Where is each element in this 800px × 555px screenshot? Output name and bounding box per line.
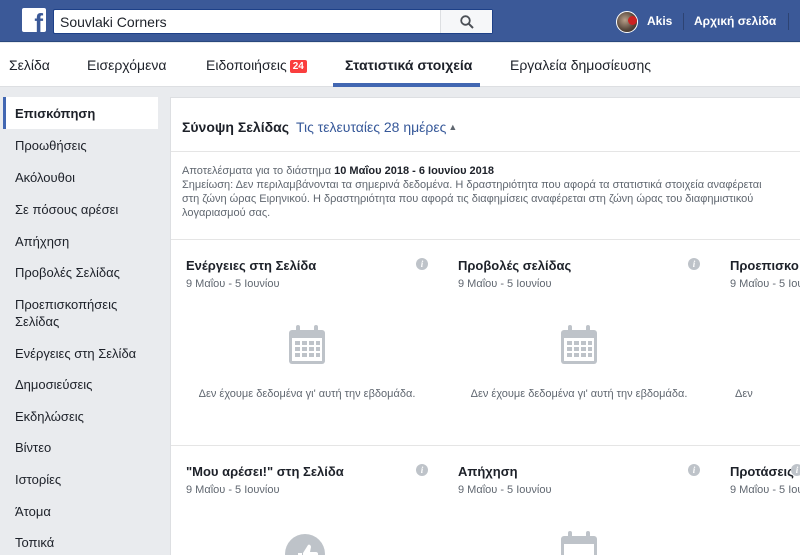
notifications-badge: 24 <box>289 60 307 73</box>
search-icon <box>459 14 474 29</box>
card-page-previews: Προεπισκο 9 Μαΐου - 5 Ιουνίου Δεν <box>715 240 800 445</box>
calendar-icon <box>561 531 597 555</box>
card-reach: Απήχηση 9 Μαΐου - 5 Ιουνίου i <box>443 446 715 555</box>
card-page-likes: "Μου αρέσει!" στη Σελίδα 9 Μαΐου - 5 Ιου… <box>171 446 443 555</box>
sidebar-item-videos[interactable]: Βίντεο <box>3 439 158 456</box>
tab-label: Στατιστικά στοιχεία <box>345 57 473 73</box>
no-data-message: Δεν έχουμε δεδομένα γι' αυτή την εβδομάδ… <box>470 388 688 400</box>
avatar[interactable] <box>616 11 638 33</box>
sidebar-item-events[interactable]: Εκδηλώσεις <box>3 408 158 425</box>
card-page-actions: Ενέργειες στη Σελίδα 9 Μαΐου - 5 Ιουνίου… <box>171 240 443 445</box>
home-link[interactable]: Αρχική σελίδα <box>694 14 776 28</box>
note-line: λογαριασμού σας. <box>182 207 271 219</box>
card-date: 9 Μαΐου - 5 Ιουνίου <box>458 278 552 290</box>
card-title[interactable]: Ενέργειες στη Σελίδα <box>186 258 316 273</box>
sidebar-item-people[interactable]: Άτομα <box>3 503 158 520</box>
card-date: 9 Μαΐου - 5 Ιουνίου <box>186 278 280 290</box>
like-icon <box>285 534 325 555</box>
card-date: 9 Μαΐου - 5 Ιουνίου <box>730 484 800 496</box>
divider <box>788 13 789 30</box>
sidebar: Επισκόπηση Προωθήσεις Ακόλουθοι Σε πόσου… <box>0 88 168 555</box>
no-data-message: Δεν έχουμε δεδομένα γι' αυτή την εβδομάδ… <box>198 388 416 400</box>
calendar-icon <box>289 325 325 364</box>
tab-label: Εισερχόμενα <box>87 57 167 73</box>
divider <box>171 151 800 152</box>
info-icon[interactable]: i <box>688 464 700 476</box>
sidebar-item-page-actions[interactable]: Ενέργειες στη Σελίδα <box>3 345 158 362</box>
card-title[interactable]: "Μου αρέσει!" στη Σελίδα <box>186 464 344 479</box>
card-page-views: Προβολές σελίδας 9 Μαΐου - 5 Ιουνίου i Δ… <box>443 240 715 445</box>
note-line: Σημείωση: Δεν περιλαμβάνονται τα σημεριν… <box>182 179 762 191</box>
tab-label: Ειδοποιήσεις <box>206 57 287 73</box>
info-icon[interactable]: i <box>688 258 700 270</box>
note-line: στη ζώνη ώρας Ειρηνικού. Η δραστηριότητα… <box>182 193 754 205</box>
sidebar-item-reach[interactable]: Απήχηση <box>3 233 158 250</box>
tab-label: Εργαλεία δημοσίευσης <box>510 57 651 73</box>
user-name-link[interactable]: Akis <box>647 14 672 28</box>
calendar-icon <box>561 325 597 364</box>
card-recommendations: Προτάσεις 9 Μαΐου - 5 Ιουνίου i <box>715 446 800 555</box>
card-date: 9 Μαΐου - 5 Ιουνίου <box>186 484 280 496</box>
card-title[interactable]: Απήχηση <box>458 464 518 479</box>
page-summary-title: Σύνοψη Σελίδας <box>182 119 289 135</box>
date-range-label: Τις τελευταίες 28 ημέρες <box>296 119 447 135</box>
insights-main-panel: Σύνοψη Σελίδας Τις τελευταίες 28 ημέρες ▲… <box>170 97 800 555</box>
info-icon[interactable]: i <box>416 258 428 270</box>
search-box <box>53 9 493 34</box>
no-data-message: Δεν <box>735 388 753 400</box>
sidebar-item-overview[interactable]: Επισκόπηση <box>3 97 158 129</box>
tab-inbox[interactable]: Εισερχόμενα <box>87 57 166 73</box>
sidebar-item-page-previews[interactable]: Προεπισκοπήσεις Σελίδας <box>3 296 143 330</box>
sidebar-item-local[interactable]: Τοπικά <box>3 534 158 551</box>
results-note: Αποτελέσματα για το διάστημα 10 Μαΐου 20… <box>182 164 800 220</box>
top-bar: f Akis Αρχική σελίδα <box>0 0 800 42</box>
date-range-dropdown[interactable]: Τις τελευταίες 28 ημέρες ▲︎ <box>296 119 457 135</box>
sidebar-item-stories[interactable]: Ιστορίες <box>3 471 158 488</box>
sort-caret-icon: ▲︎ <box>448 122 458 132</box>
sidebar-item-followers[interactable]: Ακόλουθοι <box>3 169 158 186</box>
search-input[interactable] <box>54 10 454 33</box>
sidebar-item-likes[interactable]: Σε πόσους αρέσει <box>3 201 158 218</box>
tab-page[interactable]: Σελίδα <box>9 57 50 73</box>
card-title[interactable]: Προτάσεις <box>730 464 794 479</box>
tab-insights[interactable]: Στατιστικά στοιχεία <box>345 57 472 73</box>
info-icon[interactable]: i <box>416 464 428 476</box>
card-title[interactable]: Προεπισκο <box>730 258 799 273</box>
card-date: 9 Μαΐου - 5 Ιουνίου <box>730 278 800 290</box>
sidebar-item-page-views[interactable]: Προβολές Σελίδας <box>3 264 158 281</box>
card-date: 9 Μαΐου - 5 Ιουνίου <box>458 484 552 496</box>
info-icon[interactable]: i <box>791 464 800 476</box>
search-button[interactable] <box>440 10 492 33</box>
sidebar-item-posts[interactable]: Δημοσιεύσεις <box>3 376 158 393</box>
tab-label: Σελίδα <box>9 57 50 73</box>
card-title[interactable]: Προβολές σελίδας <box>458 258 571 273</box>
tab-notifications[interactable]: Ειδοποιήσεις 24 <box>206 57 307 73</box>
page-tabs: Σελίδα Εισερχόμενα Ειδοποιήσεις 24 Στατισ… <box>0 43 800 87</box>
sidebar-item-promotions[interactable]: Προωθήσεις <box>3 137 158 154</box>
active-tab-indicator <box>333 83 480 87</box>
divider <box>683 13 684 30</box>
note-prefix: Αποτελέσματα για το διάστημα <box>182 165 332 177</box>
facebook-logo-icon[interactable]: f <box>22 8 46 36</box>
note-dates: 10 Μαΐου 2018 - 6 Ιουνίου 2018 <box>334 165 495 177</box>
tab-publishing-tools[interactable]: Εργαλεία δημοσίευσης <box>510 57 651 73</box>
